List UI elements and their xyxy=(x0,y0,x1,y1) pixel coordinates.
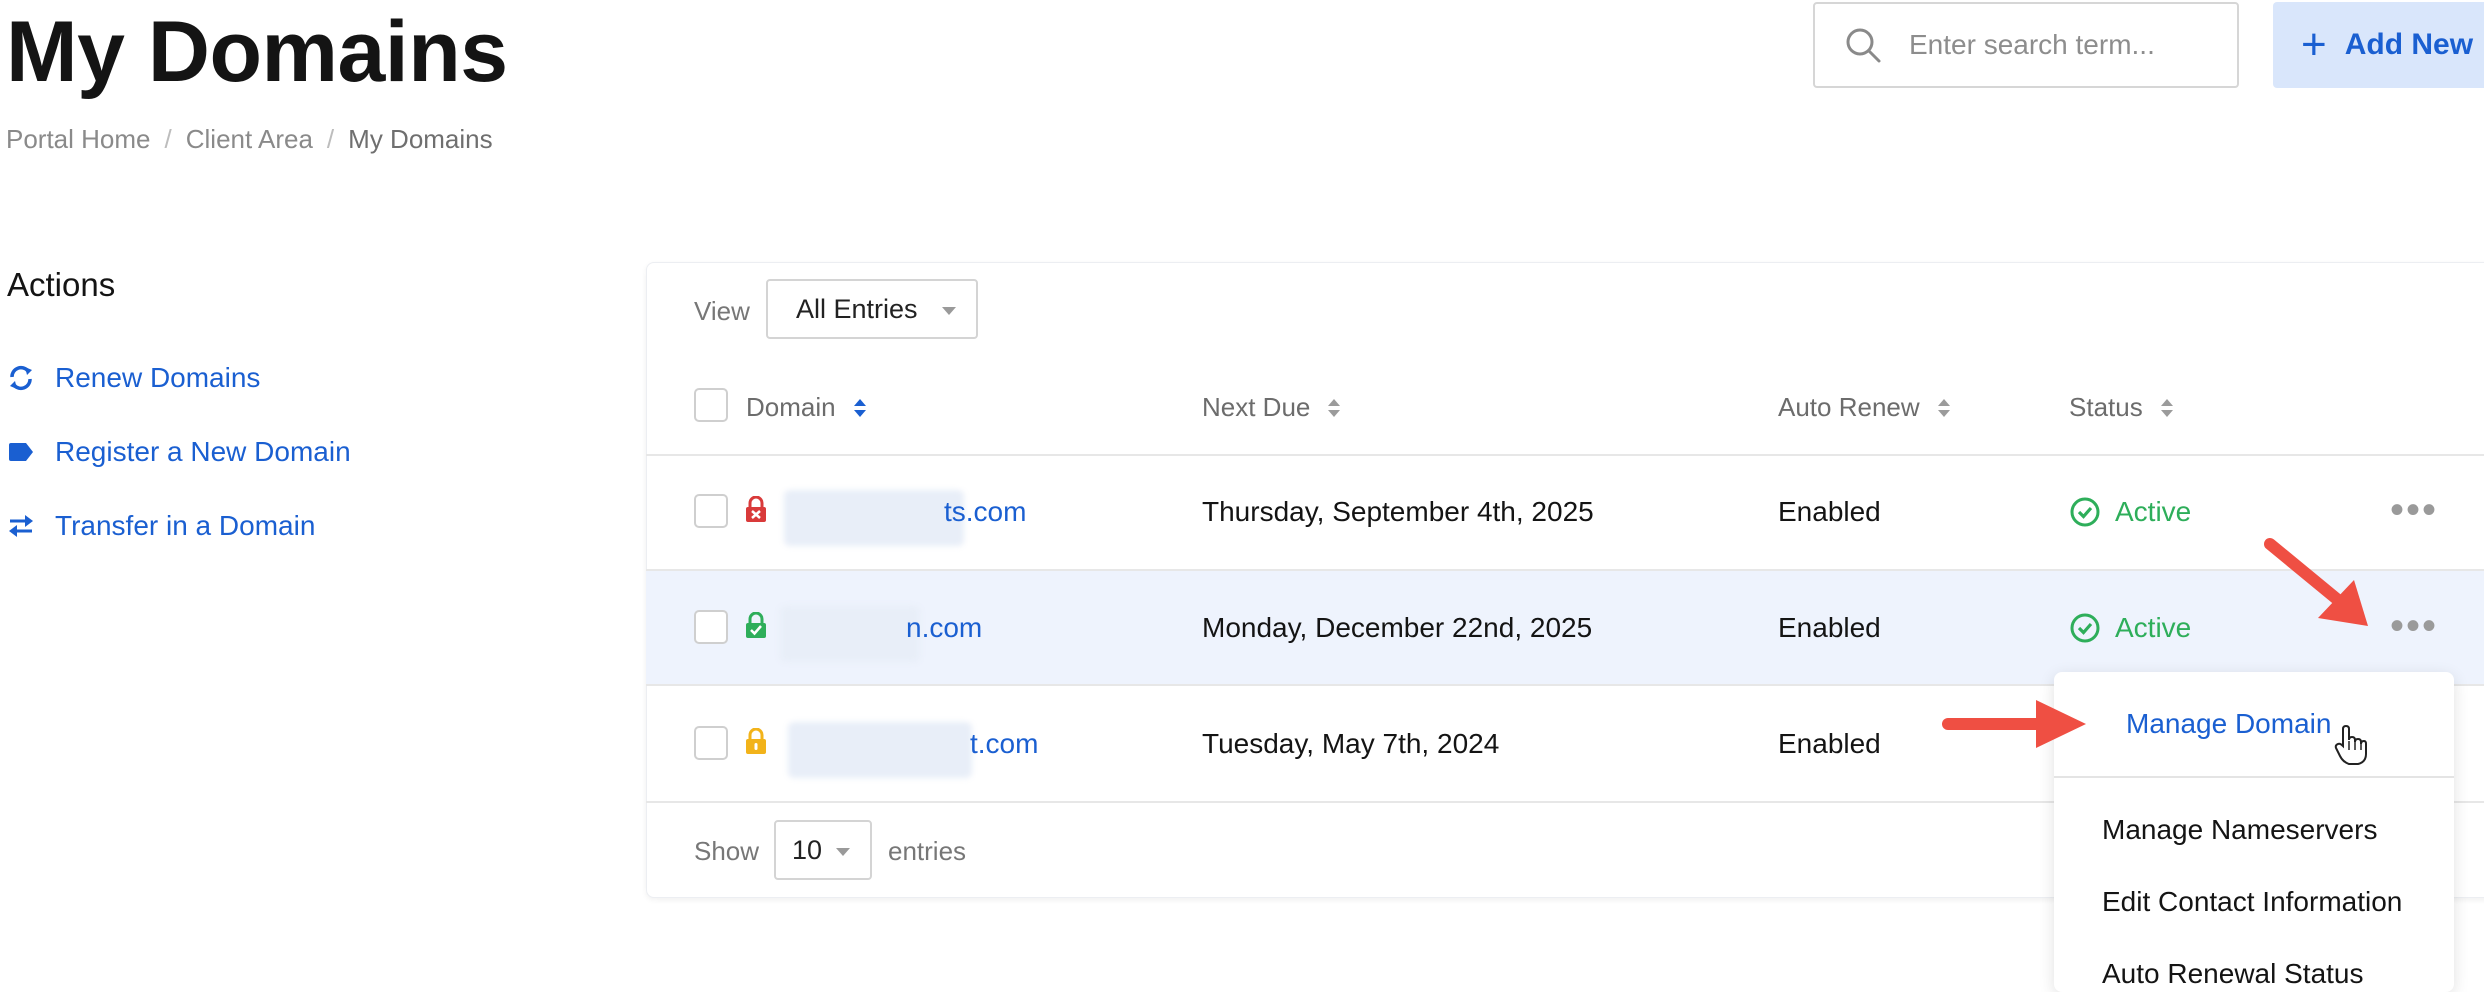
auto-renew-cell: Enabled xyxy=(1778,728,1881,759)
actions-title: Actions xyxy=(7,266,116,303)
next-due-cell: Tuesday, May 7th, 2024 xyxy=(1202,728,1500,759)
search-input[interactable] xyxy=(1907,28,2211,62)
renew-icon xyxy=(7,364,35,392)
domain-link[interactable]: t.com xyxy=(970,728,1038,760)
add-new-label: Add New xyxy=(2344,28,2474,61)
sort-icon xyxy=(1328,398,1341,417)
redacted-domain-blur xyxy=(784,490,964,546)
lock-red-icon xyxy=(746,496,766,522)
sidebar-item-label: Transfer in a Domain xyxy=(55,510,316,541)
select-all-checkbox[interactable] xyxy=(694,388,728,422)
column-header-auto-renew[interactable]: Auto Renew xyxy=(1778,392,1950,423)
annotation-arrow-icon xyxy=(1942,700,2086,748)
tag-icon xyxy=(7,438,35,466)
more-options-icon[interactable]: ••• xyxy=(2390,490,2438,530)
next-due-cell: Thursday, September 4th, 2025 xyxy=(1202,496,1594,527)
check-circle-icon xyxy=(2070,497,2100,527)
redacted-domain-blur xyxy=(788,722,972,778)
chevron-down-icon xyxy=(942,307,956,315)
column-label: Auto Renew xyxy=(1778,392,1920,422)
status-badge: Active xyxy=(2069,612,2191,644)
lock-green-icon xyxy=(746,612,766,638)
divider xyxy=(646,569,2484,571)
annotation-arrow-icon xyxy=(2264,538,2368,626)
hand-cursor-icon xyxy=(2334,724,2367,765)
status-label: Active xyxy=(2115,496,2192,527)
redacted-domain-blur xyxy=(780,606,920,662)
sidebar-item-register-domain[interactable]: Register a New Domain xyxy=(7,436,351,468)
row-checkbox[interactable] xyxy=(694,726,728,760)
menu-item-auto-renewal[interactable]: Auto Renewal Status xyxy=(2102,958,2364,990)
menu-divider xyxy=(2054,776,2454,778)
row-checkbox[interactable] xyxy=(694,610,728,644)
breadcrumb-portal-home[interactable]: Portal Home xyxy=(6,124,151,155)
breadcrumb: Portal Home / Client Area / My Domains xyxy=(6,124,493,155)
sidebar-item-label: Renew Domains xyxy=(55,362,261,393)
column-header-status[interactable]: Status xyxy=(2069,392,2173,423)
column-label: Domain xyxy=(746,392,836,422)
divider xyxy=(646,454,2484,456)
plus-icon: + xyxy=(2301,20,2327,69)
lock-yellow-icon xyxy=(746,728,766,754)
show-label: Show xyxy=(694,836,760,866)
sort-icon xyxy=(853,398,866,417)
status-badge: Active xyxy=(2069,496,2191,528)
column-header-next-due[interactable]: Next Due xyxy=(1202,392,1341,423)
search-icon xyxy=(1846,28,1881,63)
chevron-down-icon xyxy=(836,848,850,856)
status-label: Active xyxy=(2115,612,2192,643)
next-due-cell: Monday, December 22nd, 2025 xyxy=(1202,612,1593,643)
sidebar-item-label: Register a New Domain xyxy=(55,436,351,467)
sidebar-item-renew-domains[interactable]: Renew Domains xyxy=(7,362,260,394)
check-circle-icon xyxy=(2070,613,2100,643)
menu-item-edit-contact[interactable]: Edit Contact Information xyxy=(2102,886,2402,918)
menu-item-manage-domain[interactable]: Manage Domain xyxy=(2126,708,2331,740)
more-options-icon[interactable]: ••• xyxy=(2390,606,2438,646)
menu-item-manage-nameservers[interactable]: Manage Nameservers xyxy=(2102,814,2377,846)
view-filter-value: All Entries xyxy=(796,293,918,324)
sort-icon xyxy=(1937,398,1950,417)
row-actions-menu: Manage Domain Manage Nameservers Edit Co… xyxy=(2054,672,2454,992)
view-filter-select[interactable]: All Entries xyxy=(766,279,978,339)
column-label: Next Due xyxy=(1202,392,1311,422)
auto-renew-cell: Enabled xyxy=(1778,496,1881,527)
page-size-value: 10 xyxy=(792,835,823,865)
page-title: My Domains xyxy=(6,4,508,100)
column-header-domain[interactable]: Domain xyxy=(746,392,866,423)
row-checkbox[interactable] xyxy=(694,494,728,528)
page-size-select[interactable]: 10 xyxy=(774,820,872,880)
entries-label: entries xyxy=(888,836,967,866)
transfer-icon xyxy=(7,512,35,540)
auto-renew-cell: Enabled xyxy=(1778,612,1881,643)
view-label: View xyxy=(694,296,750,326)
add-new-button[interactable]: + Add New xyxy=(2273,2,2484,88)
breadcrumb-separator: / xyxy=(326,124,335,154)
search-box[interactable] xyxy=(1813,2,2239,88)
breadcrumb-client-area[interactable]: Client Area xyxy=(186,124,313,155)
breadcrumb-separator: / xyxy=(164,124,172,154)
column-label: Status xyxy=(2069,392,2143,422)
sort-icon xyxy=(2160,398,2173,417)
domain-link[interactable]: ts.com xyxy=(944,496,1026,528)
sidebar-item-transfer-domain[interactable]: Transfer in a Domain xyxy=(7,510,315,542)
domain-link[interactable]: n.com xyxy=(906,612,982,644)
breadcrumb-current: My Domains xyxy=(348,124,493,154)
